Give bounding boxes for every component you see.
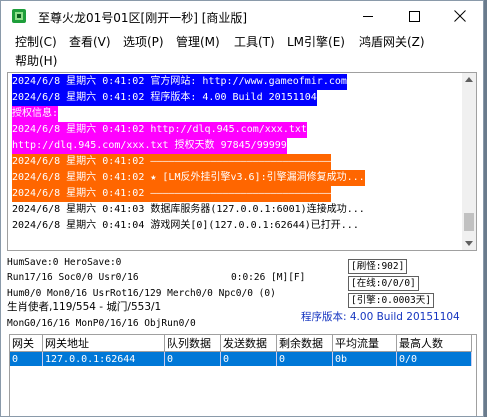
menu-tools[interactable]: 工具(T)	[234, 33, 275, 51]
table-row[interactable]: 0 127.0.0.1:62644 0 0 0 0b 0/0	[10, 351, 472, 366]
column-header[interactable]: 网关地址	[42, 335, 165, 352]
log-scrollbar[interactable]	[462, 73, 476, 250]
status-time: 0:0:26 [M][F]	[231, 272, 306, 283]
main-window: 至尊火龙01号01区[刚开一秒] [商业版] 控制(C) 查看(V) 选项(P)…	[0, 0, 484, 417]
log-line: 2024/6/8 星期六 0:41:02 ———————————————————…	[12, 154, 331, 170]
maximize-button[interactable]	[391, 1, 437, 31]
scroll-up-arrow-icon[interactable]	[465, 77, 473, 82]
column-header[interactable]: 发送数据	[220, 335, 277, 352]
gateway-table[interactable]: 网关 网关地址 队列数据 发送数据 剩余数据 平均流量 最高人数 0 127.0…	[9, 334, 477, 416]
column-header[interactable]: 最高人数	[396, 335, 472, 352]
table-cell: 0	[10, 351, 43, 366]
status-humans: Hum0/0 Mon0/16 UsrRot16/129 Merch0/0 Npc…	[7, 288, 276, 299]
column-header[interactable]: 平均流量	[332, 335, 397, 352]
log-line: 2024/6/8 星期六 0:41:02 官方网站: http://www.ga…	[12, 74, 347, 90]
table-cell: 0	[164, 351, 221, 366]
menu-control[interactable]: 控制(C)	[15, 33, 57, 51]
table-cell: 0	[220, 351, 277, 366]
menu-manage[interactable]: 管理(M)	[176, 33, 220, 51]
status-version: 程序版本: 4.00 Build 20151104	[301, 311, 460, 323]
status-monsters: MonG0/16/16 MonP0/16/16 ObjRun0/0	[7, 318, 196, 329]
status-npc: 生肖使者,119/554 - 城门/553/1	[7, 301, 162, 313]
table-cell: 127.0.0.1:62644	[42, 351, 165, 366]
log-line: 2024/6/8 星期六 0:41:02 程序版本: 4.00 Build 20…	[12, 90, 317, 106]
title-bar[interactable]: 至尊火龙01号01区[刚开一秒] [商业版]	[1, 1, 483, 31]
table-header: 网关 网关地址 队列数据 发送数据 剩余数据 平均流量 最高人数	[10, 335, 472, 352]
menu-lm-engine[interactable]: LM引擎(E)	[287, 33, 345, 51]
app-icon	[12, 9, 26, 23]
status-refresh: [刷怪:902]	[348, 259, 408, 274]
menu-help[interactable]: 帮助(H)	[15, 52, 57, 70]
log-line: 2024/6/8 星期六 0:41:03 数据库服务器(127.0.0.1:60…	[12, 204, 365, 215]
menu-bar: 控制(C) 查看(V) 选项(P) 管理(M) 工具(T) LM引擎(E) 鸿盾…	[1, 31, 483, 71]
status-engine: [引擎:0.0003天]	[348, 293, 434, 308]
log-line: 2024/6/8 星期六 0:41:04 游戏网关[0](127.0.0.1:6…	[12, 220, 359, 231]
status-save: HumSave:0 HeroSave:0	[7, 257, 122, 268]
log-panel[interactable]: 2024/6/8 星期六 0:41:02 官方网站: http://www.ga…	[7, 72, 477, 251]
column-header[interactable]: 剩余数据	[276, 335, 333, 352]
close-icon	[454, 10, 466, 22]
column-header[interactable]: 网关	[10, 335, 43, 352]
status-online: [在线:0/0/0]	[348, 276, 419, 291]
table-cell: 0/0	[396, 351, 472, 366]
status-run: Run17/16 Soc0/0 Usr0/16	[7, 272, 139, 283]
log-line: 授权信息:	[12, 106, 59, 122]
menu-view[interactable]: 查看(V)	[69, 33, 111, 51]
minimize-button[interactable]	[345, 1, 391, 31]
log-line: 2024/6/8 星期六 0:41:02 http://dlq.945.com/…	[12, 122, 307, 138]
menu-gateway-shield[interactable]: 鸿盾网关(Z)	[359, 33, 425, 51]
status-panel: HumSave:0 HeroSave:0 [刷怪:902] Run17/16 S…	[7, 253, 477, 329]
menu-options[interactable]: 选项(P)	[123, 33, 164, 51]
column-header[interactable]: 队列数据	[164, 335, 221, 352]
log-line: 2024/6/8 星期六 0:41:02 ★ [LM反外挂引擎v3.6]:引擎漏…	[12, 170, 365, 186]
table-cell: 0	[276, 351, 333, 366]
scroll-thumb[interactable]	[464, 213, 474, 231]
window-title: 至尊火龙01号01区[刚开一秒] [商业版]	[38, 11, 248, 25]
log-line: 2024/6/8 星期六 0:41:02 ———————————————————…	[12, 186, 331, 202]
close-button[interactable]	[437, 1, 483, 31]
table-cell: 0b	[332, 351, 397, 366]
log-line: http://dlq.945.com/xxx.txt 授权天数 97845/99…	[12, 138, 287, 154]
scroll-down-arrow-icon[interactable]	[465, 241, 473, 246]
